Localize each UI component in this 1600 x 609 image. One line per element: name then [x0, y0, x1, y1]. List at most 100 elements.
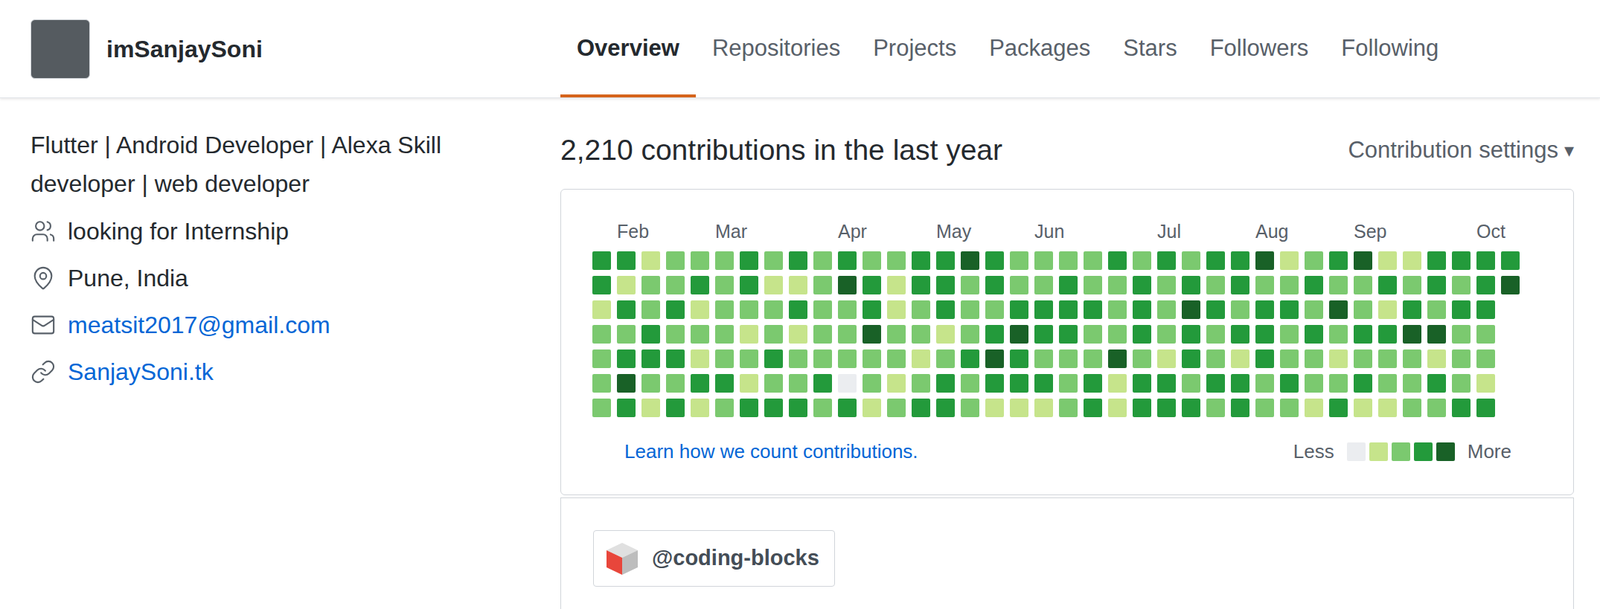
day-cell[interactable] — [1280, 251, 1299, 271]
day-cell[interactable] — [666, 349, 685, 369]
day-cell[interactable] — [936, 349, 955, 369]
day-cell[interactable] — [788, 251, 808, 271]
day-cell[interactable] — [1451, 374, 1471, 393]
day-cell[interactable] — [1329, 349, 1348, 369]
day-cell[interactable] — [1157, 325, 1176, 344]
day-cell[interactable] — [616, 251, 636, 271]
day-cell[interactable] — [1009, 349, 1029, 369]
day-cell[interactable] — [1353, 251, 1373, 271]
day-cell[interactable] — [813, 349, 832, 369]
day-cell[interactable] — [1451, 325, 1471, 344]
day-cell[interactable] — [788, 325, 808, 344]
day-cell[interactable] — [862, 276, 882, 295]
day-cell[interactable] — [1304, 398, 1324, 418]
day-cell[interactable] — [1058, 398, 1078, 418]
day-cell[interactable] — [616, 398, 636, 418]
day-cell[interactable] — [1230, 349, 1250, 369]
day-cell[interactable] — [1083, 349, 1103, 369]
day-cell[interactable] — [1181, 398, 1201, 418]
day-cell[interactable] — [1427, 251, 1446, 271]
day-cell[interactable] — [764, 276, 783, 295]
day-cell[interactable] — [1132, 276, 1152, 295]
day-cell[interactable] — [813, 276, 832, 295]
day-cell[interactable] — [1427, 374, 1446, 393]
day-cell[interactable] — [960, 398, 980, 418]
day-cell[interactable] — [690, 276, 710, 295]
day-cell[interactable] — [1083, 300, 1103, 320]
day-cell[interactable] — [739, 276, 759, 295]
day-cell[interactable] — [1501, 251, 1520, 271]
day-cell[interactable] — [739, 325, 759, 344]
day-cell[interactable] — [1280, 398, 1299, 418]
day-cell[interactable] — [641, 349, 661, 369]
day-cell[interactable] — [1427, 398, 1446, 418]
day-cell[interactable] — [1402, 276, 1422, 295]
day-cell[interactable] — [715, 374, 734, 393]
day-cell[interactable] — [1108, 349, 1127, 369]
day-cell[interactable] — [739, 349, 759, 369]
day-cell[interactable] — [887, 300, 906, 320]
day-cell[interactable] — [985, 251, 1004, 271]
day-cell[interactable] — [813, 251, 832, 271]
day-cell[interactable] — [1157, 251, 1176, 271]
day-cell[interactable] — [1427, 300, 1446, 320]
day-cell[interactable] — [911, 276, 931, 295]
day-cell[interactable] — [1378, 349, 1397, 369]
day-cell[interactable] — [1255, 349, 1275, 369]
day-cell[interactable] — [764, 300, 783, 320]
day-cell[interactable] — [788, 300, 808, 320]
day-cell[interactable] — [936, 300, 955, 320]
day-cell[interactable] — [1378, 300, 1397, 320]
profile-tab[interactable]: Followers — [1193, 0, 1326, 98]
day-cell[interactable] — [1402, 325, 1422, 344]
day-cell[interactable] — [616, 276, 636, 295]
organization-badge[interactable]: @coding-blocks — [593, 530, 835, 588]
day-cell[interactable] — [862, 325, 882, 344]
day-cell[interactable] — [1280, 349, 1299, 369]
day-cell[interactable] — [1280, 325, 1299, 344]
day-cell[interactable] — [1280, 300, 1299, 320]
day-cell[interactable] — [739, 398, 759, 418]
day-cell[interactable] — [813, 398, 832, 418]
contribution-settings[interactable]: Contribution settings▾ — [1347, 133, 1574, 169]
profile-tab[interactable]: Following — [1324, 0, 1455, 98]
day-cell[interactable] — [1058, 325, 1078, 344]
day-cell[interactable] — [1427, 349, 1446, 369]
day-cell[interactable] — [1034, 374, 1054, 393]
day-cell[interactable] — [1206, 251, 1225, 271]
day-cell[interactable] — [1329, 374, 1348, 393]
day-cell[interactable] — [666, 276, 685, 295]
day-cell[interactable] — [1353, 398, 1373, 418]
day-cell[interactable] — [960, 276, 980, 295]
day-cell[interactable] — [911, 374, 931, 393]
day-cell[interactable] — [1280, 276, 1299, 295]
day-cell[interactable] — [1476, 300, 1496, 320]
day-cell[interactable] — [592, 251, 611, 271]
day-cell[interactable] — [887, 374, 906, 393]
day-cell[interactable] — [1157, 276, 1176, 295]
day-cell[interactable] — [641, 251, 661, 271]
day-cell[interactable] — [1108, 325, 1127, 344]
day-cell[interactable] — [592, 398, 611, 418]
day-cell[interactable] — [862, 349, 882, 369]
day-cell[interactable] — [1206, 398, 1225, 418]
day-cell[interactable] — [641, 325, 661, 344]
day-cell[interactable] — [1206, 349, 1225, 369]
day-cell[interactable] — [690, 251, 710, 271]
day-cell[interactable] — [862, 398, 882, 418]
day-cell[interactable] — [837, 374, 857, 393]
day-cell[interactable] — [715, 300, 734, 320]
day-cell[interactable] — [1476, 349, 1496, 369]
day-cell[interactable] — [788, 349, 808, 369]
day-cell[interactable] — [715, 276, 734, 295]
day-cell[interactable] — [1034, 251, 1054, 271]
day-cell[interactable] — [960, 251, 980, 271]
day-cell[interactable] — [788, 398, 808, 418]
day-cell[interactable] — [788, 276, 808, 295]
day-cell[interactable] — [862, 251, 882, 271]
day-cell[interactable] — [641, 398, 661, 418]
day-cell[interactable] — [911, 398, 931, 418]
day-cell[interactable] — [1230, 398, 1250, 418]
day-cell[interactable] — [715, 251, 734, 271]
day-cell[interactable] — [837, 398, 857, 418]
